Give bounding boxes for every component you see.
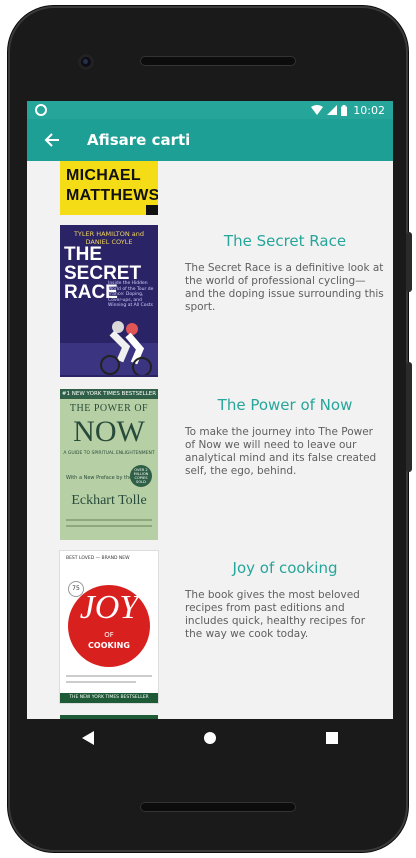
book-title[interactable]: The Power of Now: [185, 396, 385, 414]
nav-back-button[interactable]: [68, 723, 108, 753]
home-circle-icon: [204, 732, 216, 744]
cover-line1: THE POWER OF: [69, 403, 149, 414]
back-triangle-icon: [82, 731, 94, 745]
cover-rule: [66, 525, 152, 527]
front-camera: [78, 54, 94, 70]
cover-rule: [66, 519, 152, 521]
cover-text: MICHAEL: [66, 167, 141, 184]
book-cover-power-of-now[interactable]: #1 NEW YORK TIMES BESTSELLER THE POWER O…: [60, 389, 158, 540]
book-title[interactable]: The Secret Race: [185, 232, 385, 250]
screen: 10:02 Afisare carti MICHAEL MATTHEWS TYL…: [27, 101, 393, 719]
cyclists-illustration: [60, 321, 158, 375]
cover-banner: #1 NEW YORK TIMES BESTSELLER: [60, 389, 158, 399]
book-list[interactable]: MICHAEL MATTHEWS TYLER HAMILTON and DANI…: [27, 161, 393, 719]
recents-square-icon: [326, 732, 338, 744]
cover-corner: [146, 205, 158, 215]
battery-icon: [341, 104, 348, 116]
book-title[interactable]: Joy of cooking: [185, 559, 385, 577]
navigation-bar: [27, 719, 393, 757]
notification-dot-icon: [35, 104, 47, 116]
cover-logo-cooking: COOKING: [88, 641, 130, 650]
volume-button: [406, 232, 412, 292]
cover-logo-joy: JOY: [79, 589, 139, 626]
cover-text: MATTHEWS: [66, 187, 158, 204]
cover-rule: [66, 681, 136, 683]
power-button: [406, 362, 412, 472]
cover-seal: OVER 2 MILLION COPIES SOLD: [130, 465, 152, 487]
book-description: The book gives the most beloved recipes …: [185, 589, 366, 640]
cover-subtitle: A GUIDE TO SPIRITUAL ENLIGHTENMENT: [63, 451, 155, 456]
bottom-speaker: [140, 802, 296, 812]
cover-footer: THE NEW YORK TIMES BESTSELLER: [60, 693, 158, 703]
cover-logo-of: OF: [104, 631, 114, 639]
cover-top: BEST LOVED — BRAND NEW: [66, 556, 130, 561]
book-description: To make the journey into The Power of No…: [185, 426, 377, 477]
nav-home-button[interactable]: [190, 723, 230, 753]
cover-tagline: Inside the Hidden World of the Tour de F…: [108, 281, 154, 308]
cover-author: Eckhart Tolle: [71, 493, 147, 508]
book-cover-joy-of-cooking[interactable]: BEST LOVED — BRAND NEW 75 JOY OF COOKING…: [60, 551, 158, 703]
cover-rule: [66, 675, 152, 677]
back-button[interactable]: [41, 129, 63, 151]
arrow-left-icon: [44, 133, 59, 147]
cover-line2: NOW: [73, 415, 145, 448]
book-cover-secret-race[interactable]: TYLER HAMILTON and DANIEL COYLE THE SECR…: [60, 225, 158, 377]
book-description: The Secret Race is a definitive look at …: [185, 262, 384, 313]
status-bar: 10:02: [27, 101, 393, 119]
app-bar: Afisare carti: [27, 119, 393, 161]
clock: 10:02: [353, 103, 385, 117]
earpiece-speaker: [140, 56, 296, 66]
nav-recents-button[interactable]: [312, 723, 352, 753]
page-title: Afisare carti: [87, 131, 191, 149]
book-cover-michael-matthews[interactable]: MICHAEL MATTHEWS: [60, 161, 158, 215]
signal-icon: [327, 105, 338, 115]
wifi-icon: [311, 105, 324, 115]
